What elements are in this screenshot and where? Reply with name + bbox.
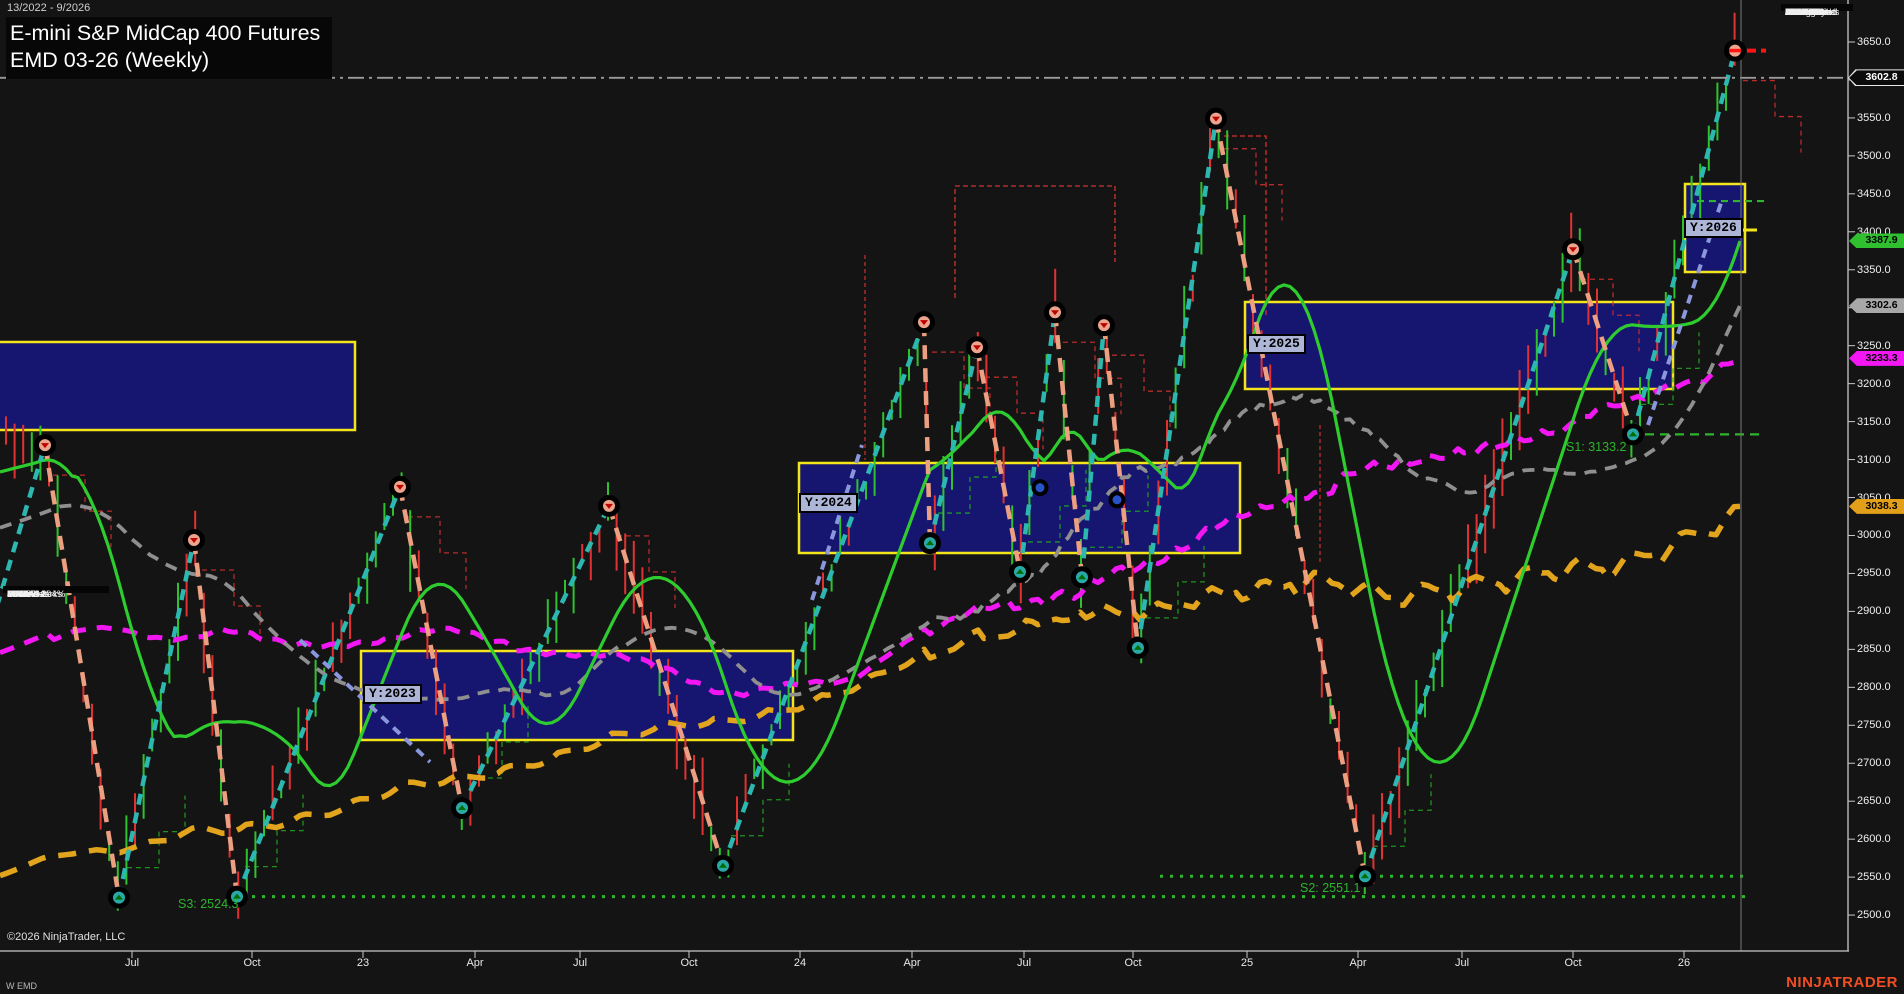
chart-title-line1: E-mini S&P MidCap 400 Futures <box>10 20 320 47</box>
support-level-label: S1: 3133.2 <box>1566 440 1626 454</box>
ninjatrader-logo: NINJATRADER <box>1786 974 1898 991</box>
price-tick-label: 2950.0 <box>1857 567 1904 579</box>
series-tab[interactable]: W EMD <box>6 981 37 991</box>
moving-average-200-ma[interactable] <box>0 506 1740 875</box>
time-tick-label: Oct <box>1551 957 1595 969</box>
zigzag-segment[interactable] <box>45 445 119 897</box>
time-tick-label: Apr <box>890 957 934 969</box>
time-tick-label: Oct <box>667 957 711 969</box>
year-box-label[interactable]: Y:2023 <box>363 684 422 704</box>
year-range-box[interactable] <box>0 342 355 430</box>
chart-window: 13/2022 - 9/2026 E-mini S&P MidCap 400 F… <box>0 0 1904 994</box>
price-tick-label: 3500.0 <box>1857 150 1904 162</box>
price-tick-label: 2650.0 <box>1857 795 1904 807</box>
price-tick-label: 2850.0 <box>1857 643 1904 655</box>
price-tick-label: 2800.0 <box>1857 681 1904 693</box>
year-box-label[interactable]: Y:2025 <box>1247 334 1306 354</box>
time-tick-label: Apr <box>453 957 497 969</box>
time-tick-label: Apr <box>1336 957 1380 969</box>
price-tick-label: 3550.0 <box>1857 112 1904 124</box>
price-tick-label: 2550.0 <box>1857 871 1904 883</box>
price-badge: 3387.9 <box>1849 233 1904 248</box>
price-tick-label: 2700.0 <box>1857 757 1904 769</box>
support-level-label: S2: 2551.1 <box>1300 881 1360 895</box>
zigzag-segment[interactable] <box>119 540 194 898</box>
zigzag-segment[interactable] <box>0 445 45 680</box>
time-tick-label: 24 <box>778 957 822 969</box>
minor-pivot-dot[interactable] <box>1111 493 1124 506</box>
price-badge: 3602.8 <box>1849 70 1904 85</box>
price-badge: 3038.3 <box>1849 499 1904 514</box>
price-tick-label: 3200.0 <box>1857 378 1904 390</box>
price-tick-label: 2750.0 <box>1857 719 1904 731</box>
chart-canvas[interactable] <box>0 0 1904 994</box>
hilo-step-line <box>1743 81 1801 153</box>
price-tick-label: 3650.0 <box>1857 36 1904 48</box>
chart-title-line2: EMD 03-26 (Weekly) <box>10 47 320 74</box>
time-tick-label: Jul <box>1002 957 1046 969</box>
price-tick-label: 3000.0 <box>1857 529 1904 541</box>
zigzag-segment[interactable] <box>194 540 237 897</box>
price-badge: 3302.6 <box>1849 298 1904 313</box>
time-tick-label: 23 <box>341 957 385 969</box>
time-tick-label: Jul <box>558 957 602 969</box>
price-tick-label: 3450.0 <box>1857 188 1904 200</box>
zigzag-segment[interactable] <box>400 487 462 808</box>
time-tick-label: Jul <box>1440 957 1484 969</box>
time-tick-label: Jul <box>110 957 154 969</box>
price-tick-label: 2500.0 <box>1857 909 1904 921</box>
swing-panel-line: AF: 8.00 <box>1785 7 1821 19</box>
year-box-label[interactable]: Y:2026 <box>1684 218 1743 238</box>
support-level-label: S3: 2524.3 <box>178 897 238 911</box>
zigzag-segment[interactable] <box>1138 119 1216 648</box>
bench-panel-line: UTrend 2 <box>7 589 46 601</box>
hilo-step-line <box>1112 355 1170 427</box>
price-tick-label: 3250.0 <box>1857 340 1904 352</box>
time-tick-label: 26 <box>1662 957 1706 969</box>
price-tick-label: 2600.0 <box>1857 833 1904 845</box>
price-badge: 3233.3 <box>1849 351 1904 366</box>
copyright-text: ©2026 NinjaTrader, LLC <box>7 931 125 943</box>
year-range-box[interactable] <box>799 463 1240 553</box>
swing-pivots-panel: Swing Pivots1.-------------Pvt. Trend:UT… <box>1781 4 1853 11</box>
time-tick-label: 25 <box>1225 957 1269 969</box>
price-tick-label: 3150.0 <box>1857 416 1904 428</box>
date-range: 13/2022 - 9/2026 <box>7 2 90 14</box>
price-tick-label: 2900.0 <box>1857 605 1904 617</box>
bench-marks-panel: Bench Marks--------------BM Trend:UTrend… <box>3 586 109 593</box>
hilo-step-line <box>955 186 1115 298</box>
year-box-label[interactable]: Y:2024 <box>799 493 858 513</box>
time-tick-label: Oct <box>230 957 274 969</box>
price-tick-label: 3100.0 <box>1857 454 1904 466</box>
price-tick-label: 3350.0 <box>1857 264 1904 276</box>
time-tick-label: Oct <box>1111 957 1155 969</box>
minor-pivot-dot[interactable] <box>1034 481 1047 494</box>
zigzag-segment[interactable] <box>723 322 924 866</box>
chart-title: E-mini S&P MidCap 400 Futures EMD 03-26 … <box>6 17 332 79</box>
